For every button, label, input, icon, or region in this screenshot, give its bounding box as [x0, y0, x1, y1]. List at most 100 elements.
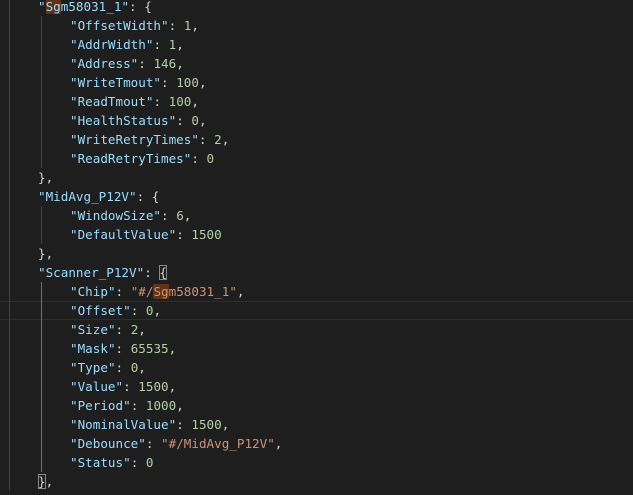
- quote: ": [70, 75, 78, 90]
- colon: :: [136, 189, 152, 204]
- quote: ": [123, 455, 131, 470]
- code-text: "Offset": 0,: [70, 301, 161, 320]
- comma: ,: [45, 474, 54, 489]
- code-line[interactable]: "Type": 0,: [0, 358, 633, 377]
- code-line[interactable]: "Mask": 65535,: [0, 339, 633, 358]
- code-line[interactable]: "WriteTmout": 100,: [0, 73, 633, 92]
- indent-guide: [41, 149, 42, 168]
- quote: ": [70, 208, 78, 223]
- code-line[interactable]: "Sgm58031_1": {: [0, 0, 633, 16]
- indent-guide: [9, 320, 10, 339]
- quote: ": [161, 18, 169, 33]
- code-line[interactable]: "Debounce": "#/MidAvg_P12V",: [0, 434, 633, 453]
- comma: ,: [168, 341, 177, 356]
- code-editor[interactable]: "Sgm58031_1": {"OffsetWidth": 1, "AddrWid…: [0, 0, 633, 495]
- json-number-value: 1500: [138, 379, 169, 394]
- quote: ": [70, 341, 78, 356]
- json-number-value: 2: [214, 132, 222, 147]
- indent-guide: [41, 111, 42, 130]
- colon: :: [153, 37, 169, 52]
- code-text: "NominalValue": 1500,: [70, 415, 229, 434]
- closing-brace: },: [38, 246, 54, 261]
- colon: :: [130, 398, 146, 413]
- indent-guide: [9, 263, 10, 282]
- code-line[interactable]: "OffsetWidth": 1,: [0, 16, 633, 35]
- code-line[interactable]: "Status": 0: [0, 453, 633, 472]
- code-line[interactable]: "ReadTmout": 100,: [0, 92, 633, 111]
- json-key: Debounce: [77, 436, 139, 451]
- code-line[interactable]: "WriteRetryTimes": 2,: [0, 130, 633, 149]
- comma: ,: [183, 208, 192, 223]
- code-text: "Type": 0,: [70, 358, 146, 377]
- indent-guide: [41, 396, 42, 415]
- comma: ,: [176, 37, 184, 52]
- json-string-value: #/MidAvg_P12V: [168, 436, 268, 451]
- colon: :: [115, 360, 131, 375]
- json-key: NominalValue: [77, 417, 169, 432]
- code-line[interactable]: "NominalValue": 1500,: [0, 415, 633, 434]
- closing-brace: },: [38, 170, 54, 185]
- indent-guide: [41, 225, 42, 244]
- code-line[interactable]: "DefaultValue": 1500: [0, 225, 633, 244]
- indent-guide: [9, 358, 10, 377]
- code-text: "WriteRetryTimes": 2,: [70, 130, 229, 149]
- json-key: Chip: [77, 284, 108, 299]
- colon: :: [176, 113, 192, 128]
- colon: :: [153, 94, 169, 109]
- code-line[interactable]: "HealthStatus": 0,: [0, 111, 633, 130]
- quote: ": [70, 284, 78, 299]
- json-string-value: #/: [138, 284, 154, 299]
- indent-guide: [9, 396, 10, 415]
- json-number-value: 1500: [191, 227, 222, 242]
- colon: :: [130, 455, 146, 470]
- code-line[interactable]: "Scanner_P12V": {: [0, 263, 633, 282]
- colon: :: [130, 303, 146, 318]
- opening-brace: {: [159, 265, 167, 280]
- quote: ": [115, 379, 124, 394]
- code-line[interactable]: "Period": 1000,: [0, 396, 633, 415]
- quote: ": [38, 265, 46, 280]
- indent-guide: [41, 320, 42, 339]
- colon: :: [144, 265, 160, 280]
- indent-guide: [9, 130, 10, 149]
- quote: ": [121, 0, 130, 14]
- code-line[interactable]: },: [0, 472, 633, 491]
- code-line[interactable]: "Offset": 0,: [0, 301, 633, 320]
- json-number-value: 146: [153, 56, 177, 71]
- quote: ": [70, 417, 78, 432]
- indent-guide: [9, 415, 10, 434]
- quote: ": [70, 379, 78, 394]
- code-line[interactable]: "ReadRetryTimes": 0: [0, 149, 633, 168]
- code-line[interactable]: },: [0, 244, 633, 263]
- indent-guide: [41, 35, 42, 54]
- code-text: "Status": 0: [70, 453, 153, 472]
- code-line[interactable]: },: [0, 168, 633, 187]
- code-text: "Size": 2,: [70, 320, 146, 339]
- code-text: "MidAvg_P12V": {: [38, 187, 159, 206]
- json-key: Scanner_P12V: [45, 265, 137, 280]
- json-string-value: m58031_1: [168, 284, 230, 299]
- code-line[interactable]: "WindowSize": 6,: [0, 206, 633, 225]
- code-text: "Sgm58031_1": {: [38, 0, 152, 16]
- json-number-value: 0: [206, 151, 215, 166]
- indent-guide: [9, 206, 10, 225]
- json-key: Size: [77, 322, 108, 337]
- indent-guide: [9, 377, 10, 396]
- code-line[interactable]: "Address": 146,: [0, 54, 633, 73]
- code-line[interactable]: "Value": 1500,: [0, 377, 633, 396]
- indent-guide: [9, 187, 10, 206]
- code-line[interactable]: "AddrWidth": 1,: [0, 35, 633, 54]
- quote: ": [70, 132, 78, 147]
- colon: :: [129, 0, 145, 14]
- indent-guide: [9, 149, 10, 168]
- code-line[interactable]: "MidAvg_P12V": {: [0, 187, 633, 206]
- quote: ": [107, 322, 116, 337]
- indent-guide: [41, 73, 42, 92]
- json-key: Period: [77, 398, 124, 413]
- code-line[interactable]: "Size": 2,: [0, 320, 633, 339]
- code-line[interactable]: "Chip": "#/Sgm58031_1",: [0, 282, 633, 301]
- code-text: "HealthStatus": 0,: [70, 111, 207, 130]
- colon: :: [115, 341, 131, 356]
- indent-guide: [9, 339, 10, 358]
- json-key: MidAvg_P12V: [45, 189, 129, 204]
